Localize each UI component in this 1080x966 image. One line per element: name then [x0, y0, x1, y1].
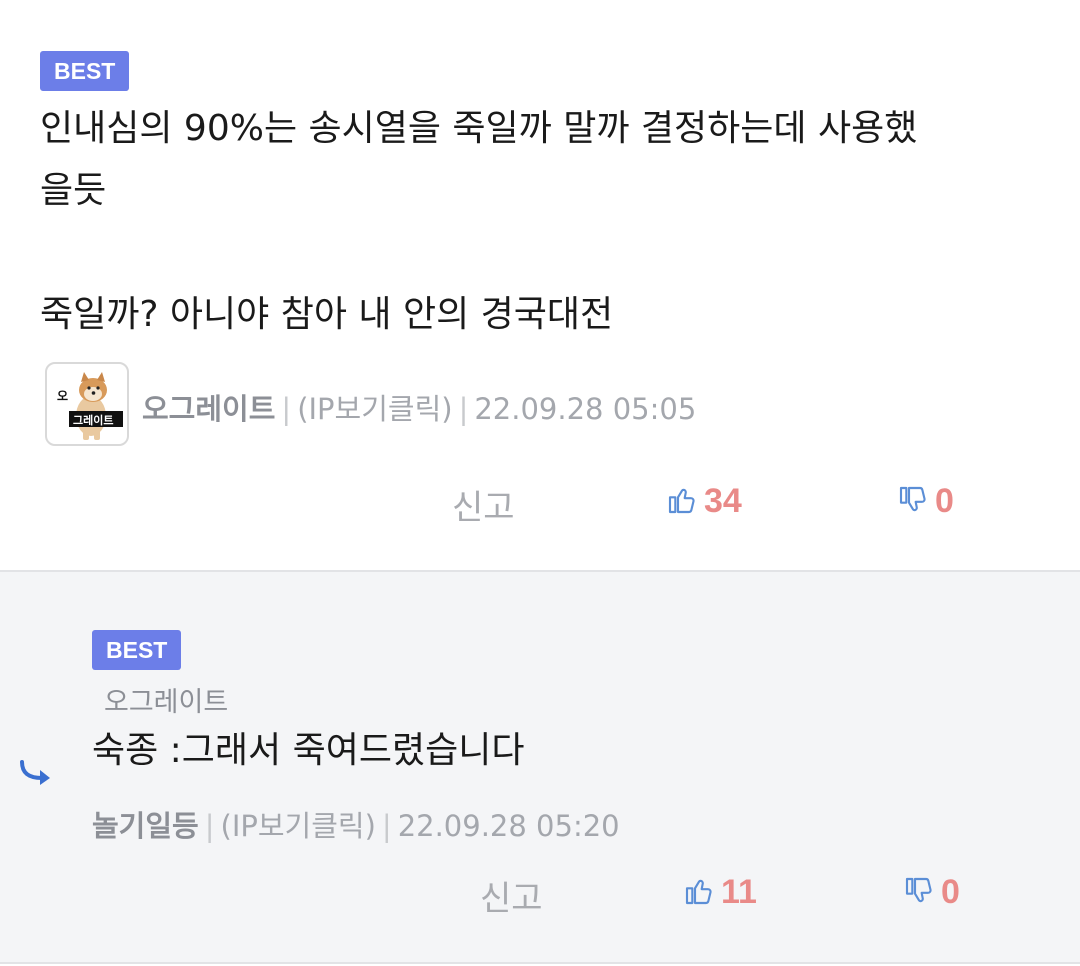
dislike-count: 0: [941, 873, 960, 911]
ip-link[interactable]: (IP보기클릭): [221, 809, 376, 843]
best-reply-content: BEST 오그레이트 숙종 :그래서 죽여드렸습니다 놀기일등 | (IP보기클릭)…: [0, 0, 1080, 966]
reply-text: 숙종 :그래서 죽여드렸습니다: [92, 730, 525, 771]
reply-arrow-icon: [20, 760, 50, 785]
thumbs-down-icon: [905, 877, 932, 903]
dislike-button[interactable]: 0: [903, 873, 960, 912]
report-button[interactable]: 신고: [480, 871, 543, 920]
reply-target-name[interactable]: 오그레이트: [104, 680, 228, 719]
like-count: 11: [721, 873, 757, 911]
like-button[interactable]: 11: [683, 873, 757, 912]
author-name[interactable]: 놀기일등: [92, 809, 199, 843]
thumbs-up-icon: [685, 879, 712, 905]
best-badge: BEST: [92, 630, 182, 670]
reply-meta: 놀기일등 | (IP보기클릭) | 22.09.28 05:20: [92, 809, 620, 843]
timestamp: 22.09.28 05:20: [397, 809, 620, 843]
